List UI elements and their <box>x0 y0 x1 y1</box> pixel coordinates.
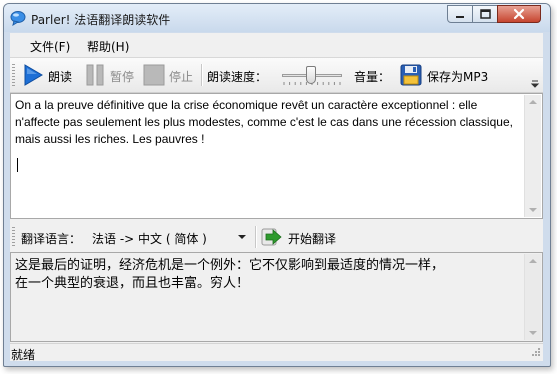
menu-help[interactable]: 帮助(H) <box>87 38 129 55</box>
pause-button[interactable]: 暂停 <box>85 62 137 88</box>
volume-label: 音量： <box>354 70 391 84</box>
maximize-button[interactable] <box>472 5 498 23</box>
save-mp3-button[interactable]: 保存为MP3 <box>400 62 496 88</box>
result-text[interactable]: 这是最后的证明，经济危机是一个例外：它不仅影响到最适度的情况一样， 在一个典型的… <box>15 257 515 293</box>
app-window: Parler! 法语翻译朗读软件 文件(F) 帮助(H) 朗读 暂停 停止 朗读… <box>3 3 551 367</box>
status-bar: 就绪 <box>10 343 543 362</box>
toolbar-separator <box>201 64 203 86</box>
translation-language-select[interactable]: 法语 -> 中文 ( 简体 ) <box>90 227 250 247</box>
pause-label: 暂停 <box>110 70 135 84</box>
minimize-icon <box>456 16 464 18</box>
start-translate-button[interactable]: 开始翻译 <box>261 225 341 249</box>
menu-file[interactable]: 文件(F) <box>30 38 70 55</box>
scroll-up-arrow-icon[interactable] <box>529 259 537 263</box>
menu-bar: 文件(F) 帮助(H) <box>10 33 543 56</box>
read-button[interactable]: 朗读 <box>22 62 80 88</box>
scroll-up-arrow-icon[interactable] <box>529 100 537 104</box>
source-text[interactable]: On a la preuve définitive que la crise é… <box>15 97 515 148</box>
pause-icon <box>86 64 104 86</box>
speech-bubble-icon <box>10 11 26 26</box>
translation-separator <box>255 226 257 248</box>
toolbar-grip[interactable] <box>12 64 15 86</box>
translation-bar-grip[interactable] <box>12 227 15 247</box>
stop-label: 停止 <box>169 70 194 84</box>
read-label: 朗读 <box>48 70 73 84</box>
green-arrow-icon <box>261 228 282 246</box>
floppy-disk-icon <box>400 64 422 86</box>
minimize-button[interactable] <box>447 5 473 23</box>
result-text-area[interactable]: 这是最后的证明，经济危机是一个例外：它不仅影响到最适度的情况一样， 在一个典型的… <box>10 252 543 342</box>
speed-slider[interactable] <box>280 62 344 88</box>
status-text: 就绪 <box>11 348 36 362</box>
title-bar[interactable]: Parler! 法语翻译朗读软件 <box>4 4 550 32</box>
text-caret <box>17 158 18 172</box>
window-title: Parler! 法语翻译朗读软件 <box>31 13 171 27</box>
maximize-icon <box>480 9 491 19</box>
toolbar: 朗读 暂停 停止 朗读速度： 音量： 保存为MP3 <box>10 57 543 93</box>
speed-slider-thumb[interactable] <box>306 66 316 84</box>
play-icon <box>24 64 43 86</box>
toolbar-overflow-chevron-icon[interactable] <box>530 78 540 90</box>
start-translate-label: 开始翻译 <box>288 232 337 246</box>
scroll-down-arrow-icon[interactable] <box>529 208 537 212</box>
close-button[interactable] <box>497 5 541 23</box>
stop-icon <box>143 64 165 86</box>
chevron-down-icon <box>238 235 246 239</box>
source-text-area[interactable]: On a la preuve définitive que la crise é… <box>10 93 543 219</box>
stop-button[interactable]: 停止 <box>143 62 197 88</box>
close-icon <box>513 8 525 20</box>
selected-language: 法语 -> 中文 ( 简体 ) <box>92 232 207 246</box>
resize-grip-icon[interactable] <box>529 347 541 359</box>
save-mp3-label: 保存为MP3 <box>427 70 489 84</box>
scroll-down-arrow-icon[interactable] <box>529 331 537 335</box>
speed-label: 朗读速度： <box>207 70 268 84</box>
source-scrollbar[interactable] <box>524 95 541 217</box>
translation-language-label: 翻译语言： <box>21 232 82 246</box>
client-area: 文件(F) 帮助(H) 朗读 暂停 停止 朗读速度： 音量： 保存为MP3 On… <box>10 33 543 362</box>
translation-bar: 翻译语言： 法语 -> 中文 ( 简体 ) 开始翻译 <box>10 223 543 251</box>
result-scrollbar[interactable] <box>524 254 541 340</box>
